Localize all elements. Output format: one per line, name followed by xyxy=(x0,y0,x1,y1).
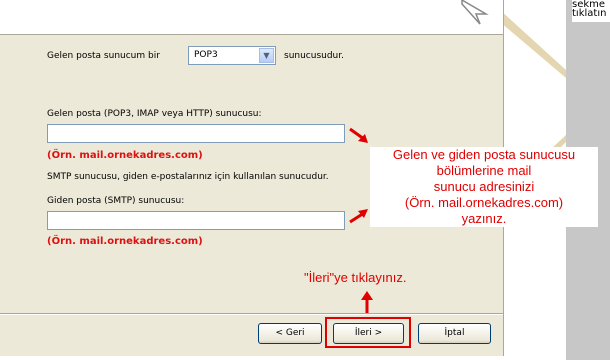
mouse-cursor-icon xyxy=(461,0,489,25)
dropdown-arrow-icon[interactable]: ▼ xyxy=(259,48,274,63)
incoming-type-prefix: Gelen posta sunucum bir xyxy=(47,51,160,61)
callout-line: (Örn. mail.ornekadres.com) xyxy=(404,195,564,210)
dialog-header xyxy=(0,0,503,35)
incoming-example-text: (Örn. mail.ornekadres.com) xyxy=(47,150,203,161)
outgoing-server-input[interactable] xyxy=(47,211,345,230)
back-button[interactable]: < Geri xyxy=(258,323,322,344)
callout-line: Gelen ve giden posta sunucusu xyxy=(392,147,576,162)
callout-line: bölümlerine mail xyxy=(436,163,532,178)
background-text-line: tıklatın xyxy=(572,8,607,19)
outgoing-server-label: Giden posta (SMTP) sunucusu: xyxy=(47,196,185,206)
red-arrow-icon xyxy=(349,127,368,143)
next-hint-text: "İleri"ye tıklayınız. xyxy=(304,270,407,285)
background-text: sekme tıklatın xyxy=(572,0,610,22)
callout-line: yazınız. xyxy=(461,211,507,226)
outgoing-example-text: (Örn. mail.ornekadres.com) xyxy=(47,236,203,247)
server-type-value: POP3 xyxy=(194,50,218,60)
smtp-description: SMTP sunucusu, giden e-postalarınız için… xyxy=(47,172,329,182)
instruction-callout: Gelen ve giden posta sunucusu bölümlerin… xyxy=(370,147,598,227)
next-button-highlight xyxy=(325,317,411,348)
incoming-server-input[interactable] xyxy=(47,124,345,143)
red-arrow-icon xyxy=(349,209,368,224)
callout-line: sunucu adresinizi xyxy=(433,179,535,194)
incoming-type-suffix: sunucusudur. xyxy=(284,51,344,61)
cancel-button[interactable]: İptal xyxy=(418,323,491,344)
bottom-strip xyxy=(0,356,566,360)
server-type-select[interactable]: POP3 ▼ xyxy=(188,46,276,65)
incoming-server-label: Gelen posta (POP3, IMAP veya HTTP) sunuc… xyxy=(47,109,262,119)
button-divider xyxy=(0,313,503,315)
